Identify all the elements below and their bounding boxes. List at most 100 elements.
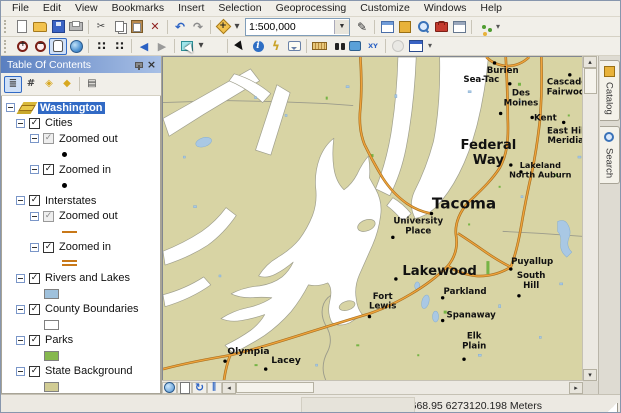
layer-visibility-checkbox[interactable]: ✓ — [43, 133, 54, 144]
layer-visibility-checkbox[interactable]: ✓ — [29, 335, 40, 346]
paste-button[interactable] — [128, 18, 146, 35]
symbol-swatch[interactable] — [44, 289, 59, 299]
toc-row-washington[interactable]: Washington — [2, 100, 160, 116]
scroll-right-icon[interactable]: ▸ — [569, 382, 583, 394]
cut-button[interactable]: ✂ — [92, 18, 110, 35]
layer-visibility-checkbox[interactable]: ✓ — [29, 273, 40, 284]
menu-edit[interactable]: Edit — [36, 1, 68, 16]
pan-button[interactable] — [49, 38, 67, 55]
layer-label[interactable]: Zoomed out — [59, 133, 118, 145]
menu-windows[interactable]: Windows — [417, 1, 474, 16]
close-icon[interactable]: × — [145, 58, 158, 71]
layer-visibility-checkbox[interactable]: ✓ — [43, 164, 54, 175]
toolbar-grip[interactable] — [4, 40, 10, 53]
map-scale-input[interactable] — [246, 20, 334, 34]
pause-button[interactable]: ∥ — [207, 382, 222, 394]
python-window-button[interactable] — [450, 18, 468, 35]
undo-button[interactable]: ↶ — [171, 18, 189, 35]
layer-label[interactable]: Interstates — [45, 195, 96, 207]
toolbar-grip[interactable] — [4, 20, 10, 33]
dock-tab-catalog[interactable]: Catalog — [600, 60, 620, 121]
zoom-in-button[interactable] — [13, 38, 31, 55]
search-window-button[interactable] — [414, 18, 432, 35]
full-extent-button[interactable] — [67, 38, 85, 55]
add-data-dropdown-button[interactable]: ▾ — [232, 18, 242, 35]
back-arrow-button[interactable]: ◀ — [135, 38, 153, 55]
save-button[interactable] — [49, 18, 67, 35]
data-view-button[interactable] — [162, 382, 177, 394]
menu-insert[interactable]: Insert — [171, 1, 211, 16]
symbol-dot[interactable] — [62, 152, 67, 157]
map-vertical-scrollbar[interactable]: ▴ ▾ — [582, 56, 598, 381]
toc-row-zoomed-out[interactable]: ✓ Zoomed out — [2, 131, 160, 147]
menu-view[interactable]: View — [68, 1, 105, 16]
toc-row-zoomed-in[interactable]: ✓Zoomed in — [2, 240, 160, 256]
forward-arrow-button[interactable]: ▶ — [153, 38, 171, 55]
layer-visibility-checkbox[interactable]: ✓ — [43, 242, 54, 253]
layer-label[interactable]: County Boundaries — [45, 303, 139, 315]
add-data-button[interactable] — [214, 18, 232, 35]
arctoolbox-button[interactable] — [432, 18, 450, 35]
horizontal-scroll-thumb[interactable] — [236, 382, 314, 393]
catalog-window-button[interactable] — [396, 18, 414, 35]
fixed-zoom-in-button[interactable]: ∷ — [92, 38, 110, 55]
pin-icon[interactable] — [132, 58, 145, 71]
symbol-swatch[interactable] — [44, 382, 59, 392]
menu-bookmarks[interactable]: Bookmarks — [105, 1, 172, 16]
toc-row-state-background[interactable]: ✓ State Background — [2, 364, 160, 380]
clear-selection-button[interactable] — [206, 38, 224, 55]
layer-visibility-checkbox[interactable]: ✓ — [29, 118, 40, 129]
find-route-button[interactable] — [346, 38, 364, 55]
scroll-up-icon[interactable]: ▴ — [583, 56, 597, 68]
collapse-icon[interactable] — [30, 212, 39, 221]
zoom-out-button[interactable] — [31, 38, 49, 55]
toc-row-rivers-and-lakes[interactable]: ✓Rivers and Lakes — [2, 271, 160, 287]
collapse-icon[interactable] — [16, 196, 25, 205]
collapse-icon[interactable] — [16, 274, 25, 283]
toc-window-button[interactable] — [378, 18, 396, 35]
html-popup-button[interactable] — [285, 38, 303, 55]
collapse-icon[interactable] — [16, 305, 25, 314]
menu-help[interactable]: Help — [473, 1, 509, 16]
toc-title-bar[interactable]: Table Of Contents × — [1, 56, 161, 73]
symbol-line-single[interactable] — [62, 231, 77, 233]
collapse-icon[interactable] — [16, 336, 25, 345]
toc-options-button[interactable]: ▤ — [83, 76, 101, 93]
refresh-button[interactable]: ↻ — [192, 382, 207, 394]
menu-selection[interactable]: Selection — [211, 1, 268, 16]
symbol-swatch[interactable] — [44, 320, 59, 330]
select-elements-button[interactable] — [231, 38, 249, 55]
find-button[interactable] — [328, 38, 346, 55]
select-features-button[interactable] — [178, 38, 196, 55]
collapse-icon[interactable] — [16, 367, 25, 376]
layer-visibility-checkbox[interactable]: ✓ — [29, 195, 40, 206]
symbol-line-double[interactable] — [62, 260, 77, 266]
layer-label[interactable]: Zoomed in — [59, 164, 111, 176]
layer-label[interactable]: State Background — [45, 365, 132, 377]
toc-row-cities[interactable]: ✓Cities — [2, 116, 160, 132]
layer-label[interactable]: Parks — [45, 334, 73, 346]
list-by-selection-button[interactable]: ◆ — [58, 76, 76, 93]
layer-label[interactable]: Zoomed out — [59, 210, 118, 222]
map-canvas[interactable]: BurienSea-TacCascade-FairwoodDesMoinesKe… — [162, 56, 583, 381]
hyperlink-button[interactable]: ϟ — [267, 38, 285, 55]
collapse-icon[interactable] — [30, 243, 39, 252]
layer-visibility-checkbox[interactable]: ✓ — [29, 366, 40, 377]
symbol-swatch[interactable] — [44, 351, 59, 361]
list-by-visibility-button[interactable]: ◈ — [40, 76, 58, 93]
collapse-icon[interactable] — [16, 119, 25, 128]
delete-button[interactable]: ✕ — [146, 18, 164, 35]
scroll-down-icon[interactable]: ▾ — [583, 369, 597, 381]
go-to-xy-button[interactable]: XY — [364, 38, 382, 55]
model-builder-button[interactable] — [475, 18, 493, 35]
symbol-dot[interactable] — [62, 183, 67, 188]
time-slider-button[interactable] — [389, 38, 407, 55]
collapse-icon[interactable] — [30, 165, 39, 174]
collapse-icon[interactable] — [6, 103, 15, 112]
toc-row-parks[interactable]: ✓ Parks — [2, 333, 160, 349]
list-by-source-button[interactable]: # — [22, 76, 40, 93]
menu-geoprocessing[interactable]: Geoprocessing — [269, 1, 354, 16]
resize-grip[interactable] — [606, 403, 618, 413]
vertical-scroll-thumb[interactable] — [584, 68, 597, 94]
menu-customize[interactable]: Customize — [353, 1, 417, 16]
